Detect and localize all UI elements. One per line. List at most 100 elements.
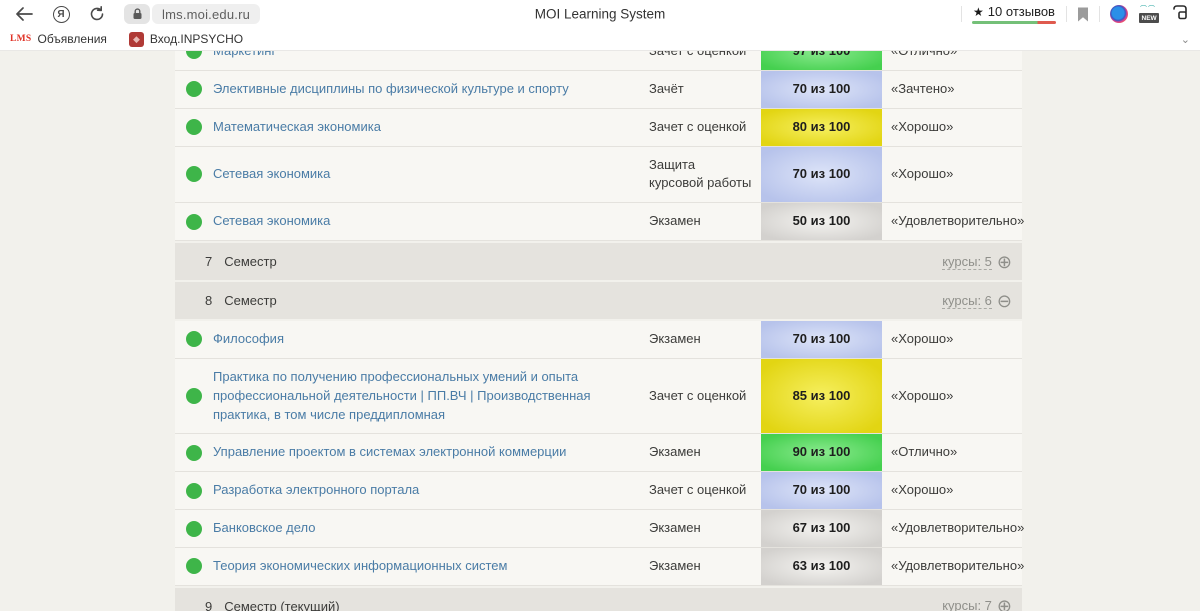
table-row: Математическая экономика Зачет с оценкой… bbox=[175, 109, 1022, 147]
score-cell: 80 из 100 bbox=[761, 109, 882, 146]
status-dot-icon bbox=[186, 388, 202, 404]
course-link[interactable]: Разработка электронного портала bbox=[213, 481, 419, 500]
toolbar-divider bbox=[961, 6, 962, 22]
table-row: Маркетинг Зачет с оценкой 97 из 100 «Отл… bbox=[175, 51, 1022, 71]
semester-band: 8 Семестр курсы: 6 ⊖ bbox=[175, 282, 1022, 319]
score-value: 63 из 100 bbox=[793, 557, 851, 576]
lock-icon[interactable] bbox=[124, 4, 150, 24]
toolbar-divider bbox=[1099, 6, 1100, 22]
score-cell: 70 из 100 bbox=[761, 71, 882, 108]
exam-type: Экзамен bbox=[649, 203, 761, 240]
grade-text: «Зачтено» bbox=[882, 71, 1022, 108]
score-value: 85 из 100 bbox=[793, 387, 851, 406]
exam-type: Зачет с оценкой bbox=[649, 359, 761, 434]
browser-toolbar: Я lms.moi.edu.ru MOI Learning System ★ 1… bbox=[0, 0, 1200, 28]
exam-type: Зачет с оценкой bbox=[649, 109, 761, 146]
score-cell: 63 из 100 bbox=[761, 548, 882, 585]
score-value: 90 из 100 bbox=[793, 443, 851, 462]
score-value: 67 из 100 bbox=[793, 519, 851, 538]
expand-icon[interactable]: ⊕ bbox=[997, 253, 1012, 271]
toolbar-divider bbox=[1066, 6, 1067, 22]
course-link[interactable]: Сетевая экономика bbox=[213, 212, 330, 231]
lms-logo-icon: LMS bbox=[10, 34, 32, 44]
expand-icon[interactable]: ⊕ bbox=[997, 597, 1012, 611]
score-cell: 70 из 100 bbox=[761, 147, 882, 203]
score-cell: 90 из 100 bbox=[761, 434, 882, 471]
score-cell: 70 из 100 bbox=[761, 321, 882, 358]
collapse-icon[interactable]: ⊖ bbox=[997, 292, 1012, 310]
grade-text: «Хорошо» bbox=[882, 472, 1022, 509]
star-icon: ★ bbox=[973, 5, 984, 19]
bookmark-item-inpsycho[interactable]: ◆ Вход.INPSYCHO bbox=[129, 32, 243, 47]
course-link[interactable]: Элективные дисциплины по физической куль… bbox=[213, 80, 569, 99]
bookmarks-bar: LMS Объявления ◆ Вход.INPSYCHO ⌄ bbox=[0, 28, 1200, 51]
score-value: 70 из 100 bbox=[793, 165, 851, 184]
table-row: Сетевая экономика Защита курсовой работы… bbox=[175, 147, 1022, 204]
semester-label: Семестр (текущий) bbox=[224, 599, 339, 611]
grade-text: «Удовлетворительно» bbox=[882, 203, 1022, 240]
exam-type: Зачёт bbox=[649, 71, 761, 108]
course-link[interactable]: Практика по получению профессиональных у… bbox=[213, 368, 627, 425]
score-cell: 85 из 100 bbox=[761, 359, 882, 434]
score-cell: 70 из 100 bbox=[761, 472, 882, 509]
course-link[interactable]: Управление проектом в системах электронн… bbox=[213, 443, 566, 462]
course-link[interactable]: Философия bbox=[213, 330, 284, 349]
bookmark-item-announcements[interactable]: LMS Объявления bbox=[10, 32, 107, 46]
rating-count: 10 отзывов bbox=[988, 4, 1055, 19]
course-link[interactable]: Теория экономических информационных сист… bbox=[213, 557, 507, 576]
table-row: Разработка электронного портала Зачет с … bbox=[175, 472, 1022, 510]
new-badge: NEW bbox=[1139, 13, 1159, 23]
course-link[interactable]: Маркетинг bbox=[213, 51, 276, 61]
semester-band: 9 Семестр (текущий) курсы: 7 ⊕ bbox=[175, 588, 1022, 611]
status-dot-icon bbox=[186, 558, 202, 574]
semester-number: 9 bbox=[205, 599, 212, 611]
score-cell: 50 из 100 bbox=[761, 203, 882, 240]
address-bar[interactable]: lms.moi.edu.ru bbox=[124, 4, 260, 24]
score-value: 70 из 100 bbox=[793, 80, 851, 99]
exam-type: Зачет с оценкой bbox=[649, 472, 761, 509]
chevron-down-icon[interactable]: ⌄ bbox=[1181, 33, 1190, 46]
semester-label: Семестр bbox=[224, 293, 276, 308]
exam-type: Экзамен bbox=[649, 510, 761, 547]
table-row: Практика по получению профессиональных у… bbox=[175, 359, 1022, 435]
bookmark-label: Объявления bbox=[38, 32, 107, 46]
score-cell: 97 из 100 bbox=[761, 51, 882, 70]
page-content: Маркетинг Зачет с оценкой 97 из 100 «Отл… bbox=[0, 51, 1200, 611]
status-dot-icon bbox=[186, 166, 202, 182]
refresh-icon[interactable] bbox=[82, 6, 112, 22]
rating-bar bbox=[972, 21, 1056, 24]
status-dot-icon bbox=[186, 331, 202, 347]
extension-browser-icon[interactable] bbox=[1110, 5, 1128, 23]
grade-text: «Отлично» bbox=[882, 51, 1022, 70]
yandex-icon[interactable]: Я bbox=[46, 6, 76, 23]
course-link[interactable]: Математическая экономика bbox=[213, 118, 381, 137]
table-row: Банковское дело Экзамен 67 из 100 «Удовл… bbox=[175, 510, 1022, 548]
semester-label: Семестр bbox=[224, 254, 276, 269]
site-rating[interactable]: ★ 10 отзывов bbox=[972, 4, 1056, 24]
grade-text: «Хорошо» bbox=[882, 147, 1022, 203]
semester-courses-link[interactable]: курсы: 6 bbox=[942, 293, 992, 309]
table-row: Управление проектом в системах электронн… bbox=[175, 434, 1022, 472]
grade-text: «Хорошо» bbox=[882, 359, 1022, 434]
course-link[interactable]: Сетевая экономика bbox=[213, 165, 330, 184]
status-dot-icon bbox=[186, 483, 202, 499]
status-dot-icon bbox=[186, 51, 202, 59]
semester-courses-link[interactable]: курсы: 5 bbox=[942, 254, 992, 270]
exam-type: Экзамен bbox=[649, 548, 761, 585]
grade-text: «Хорошо» bbox=[882, 321, 1022, 358]
exam-type: Экзамен bbox=[649, 321, 761, 358]
extension-new-icon[interactable]: ⌒⌒ NEW bbox=[1138, 4, 1160, 24]
semester-courses-link[interactable]: курсы: 7 bbox=[942, 598, 992, 611]
table-row: Теория экономических информационных сист… bbox=[175, 548, 1022, 586]
back-icon[interactable] bbox=[10, 7, 38, 21]
grade-text: «Удовлетворительно» bbox=[882, 510, 1022, 547]
url-text[interactable]: lms.moi.edu.ru bbox=[152, 4, 260, 24]
score-value: 50 из 100 bbox=[793, 212, 851, 231]
score-cell: 67 из 100 bbox=[761, 510, 882, 547]
score-value: 70 из 100 bbox=[793, 330, 851, 349]
score-value: 80 из 100 bbox=[793, 118, 851, 137]
bookmark-flag-icon[interactable] bbox=[1077, 7, 1089, 22]
course-link[interactable]: Банковское дело bbox=[213, 519, 316, 538]
tab-groups-icon[interactable] bbox=[1170, 3, 1190, 26]
grade-text: «Удовлетворительно» bbox=[882, 548, 1022, 585]
